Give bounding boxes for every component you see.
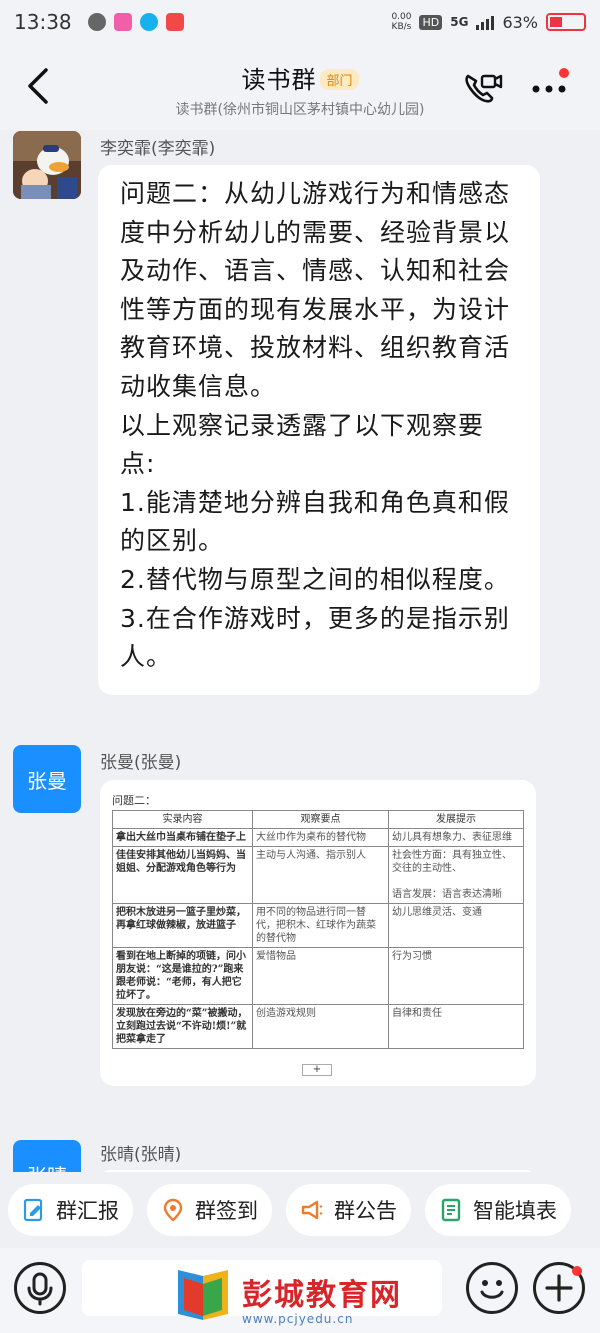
observation-table: 实录内容 观察要点 发展提示 拿出大丝巾当桌布铺在垫子上 大丝巾作为桌布的替代物… — [112, 810, 524, 1049]
megaphone-icon — [301, 1200, 323, 1220]
app-notification-icon — [165, 13, 184, 31]
signal-icon — [476, 14, 495, 30]
message-paragraph: 问题二：从幼儿游戏行为和情感态度中分析幼儿的需要、经验背景以及动作、语言、情感、… — [120, 179, 511, 401]
message-paragraph: 1.能清楚地分辨自我和角色真和假的区别。 — [120, 487, 510, 556]
doc-title: 问题二： — [112, 794, 156, 807]
table-cell: 用不同的物品进行同一替代，把积木、红球作为蔬菜的替代物 — [252, 903, 389, 948]
message-paragraph: 3.在合作游戏时，更多的是指示别人。 — [120, 603, 510, 672]
avatar[interactable]: 张曼 — [13, 745, 81, 813]
table-cell: 创造游戏规则 — [252, 1004, 389, 1049]
form-icon — [441, 1198, 461, 1222]
watermark-text: 彭城教育网 — [242, 1278, 402, 1313]
header-title-group: 读书群 部门 读书群(徐州市铜山区茅村镇中心幼儿园) — [0, 60, 600, 119]
sender-name: 张晴(张晴) — [100, 1145, 182, 1165]
table-cell: 主动与人沟通、指示别人 — [252, 846, 389, 904]
message-text: 问题二：从幼儿游戏行为和情感态度中分析幼儿的需要、经验背景以及动作、语言、情感、… — [98, 165, 540, 687]
watermark-url: www.pcjyedu.cn — [242, 1312, 354, 1326]
table-cell: 大丝巾作为桌布的替代物 — [252, 828, 389, 847]
sender-name: 张曼(张曼) — [100, 753, 182, 773]
table-row: 看到在地上断掉的项链，问小朋友说：“这是谁拉的?”跑来跟老师说：“老师，有人把它… — [112, 947, 524, 1005]
table-cell: 自律和责任 — [388, 1004, 524, 1049]
table-row: 佳佳安排其他幼儿当妈妈、当姐姐、分配游戏角色等行为 主动与人沟通、指示别人 社会… — [112, 846, 524, 904]
sender-name: 李奕霏(李奕霏) — [100, 139, 216, 159]
table-header: 发展提示 — [388, 810, 524, 829]
table-cell: 把积木放进另一篮子里炒菜，再拿红球做辣椒，放进篮子 — [112, 903, 253, 948]
emoji-icon[interactable] — [466, 1262, 518, 1314]
group-announcement-button[interactable]: 群公告 — [286, 1184, 411, 1236]
group-action-bar: 群汇报 群签到 群公告 智能填表 — [0, 1172, 600, 1248]
group-subtitle: 读书群(徐州市铜山区茅村镇中心幼儿园) — [175, 102, 425, 118]
wechat-notification-icon — [87, 13, 106, 31]
group-report-button[interactable]: 群汇报 — [8, 1184, 133, 1236]
table-image: 问题二： 实录内容 观察要点 发展提示 拿出大丝巾当桌布铺在垫子上 大丝巾作为桌… — [108, 788, 528, 1078]
battery-percent: 63% — [502, 12, 538, 32]
action-label: 群汇报 — [56, 1199, 119, 1223]
book-logo-icon — [178, 1270, 228, 1320]
page-title: 读书群 — [241, 66, 317, 94]
table-cell: 拿出大丝巾当桌布铺在垫子上 — [112, 828, 253, 847]
avatar[interactable]: 张晴 — [13, 1140, 81, 1172]
table-cell: 爱惜物品 — [252, 947, 389, 1005]
chat-message-list[interactable]: 李奕霏(李奕霏) 问题二：从幼儿游戏行为和情感态度中分析幼儿的需要、经验背景以及… — [0, 130, 600, 1172]
table-row: 拿出大丝巾当桌布铺在垫子上 大丝巾作为桌布的替代物 幼儿具有想象力、表征思维 — [112, 828, 524, 847]
chat-header: 读书群 部门 读书群(徐州市铜山区茅村镇中心幼儿园) — [0, 44, 600, 130]
message-paragraph: 以上观察记录透露了以下观察要点: — [120, 410, 485, 479]
table-row: 把积木放进另一篮子里炒菜，再拿红球做辣椒，放进篮子 用不同的物品进行同一替代，把… — [112, 903, 524, 948]
battery-icon — [546, 13, 586, 31]
table-header: 实录内容 — [112, 810, 253, 829]
hd-badge: HD — [419, 14, 443, 30]
table-header: 观察要点 — [252, 810, 389, 829]
location-pin-icon — [163, 1198, 183, 1222]
table-cell: 行为习惯 — [388, 947, 524, 1005]
table-cell: 发现放在旁边的“菜”被搬动，立刻跑过去说“不许动!烦!”就把菜拿走了 — [112, 1004, 253, 1049]
table-cell: 幼儿具有想象力、表征思维 — [388, 828, 524, 847]
report-icon — [23, 1198, 43, 1222]
add-notification-dot — [572, 1266, 582, 1276]
group-checkin-button[interactable]: 群签到 — [147, 1184, 272, 1236]
table-cell: 佳佳安排其他幼儿当妈妈、当姐姐、分配游戏角色等行为 — [112, 846, 253, 904]
more-notification-dot — [559, 68, 569, 78]
action-label: 群公告 — [334, 1199, 397, 1223]
qq-notification-icon — [139, 13, 158, 31]
avatar[interactable] — [13, 131, 81, 199]
image-message[interactable]: 问题二： 实录内容 观察要点 发展提示 拿出大丝巾当桌布铺在垫子上 大丝巾作为桌… — [100, 780, 536, 1086]
voice-input-icon[interactable] — [14, 1262, 66, 1314]
table-cell: 幼儿思维灵活、变通 — [388, 903, 524, 948]
smart-form-button[interactable]: 智能填表 — [425, 1184, 571, 1236]
table-cell: 社会性方面：具有独立性、交往的主动性、 语言发展：语言表达清晰 — [388, 846, 524, 904]
watermark: 彭城教育网 www.pcjyedu.cn — [170, 1262, 430, 1332]
camera-notification-icon — [113, 13, 132, 31]
table-cell: 看到在地上断掉的项链，问小朋友说：“这是谁拉的?”跑来跟老师说：“老师，有人把它… — [112, 947, 253, 1005]
net-speed: 0.00 KB/s — [391, 12, 412, 32]
video-call-icon[interactable] — [462, 70, 504, 106]
message-paragraph: 2.替代物与原型之间的相似程度。 — [120, 564, 510, 594]
department-badge: 部门 — [320, 69, 359, 90]
message-bubble[interactable]: 问题二：从幼儿游戏行为和情感态度中分析幼儿的需要、经验背景以及动作、语言、情感、… — [98, 165, 540, 695]
action-label: 群签到 — [195, 1199, 258, 1223]
table-expand-marker: + — [302, 1064, 332, 1076]
table-row: 发现放在旁边的“菜”被搬动，立刻跑过去说“不许动!烦!”就把菜拿走了 创造游戏规… — [112, 1004, 524, 1049]
status-bar: 13:38 0.00 KB/s HD 5G 63% — [0, 0, 600, 44]
action-label: 智能填表 — [473, 1199, 557, 1223]
status-time: 13:38 — [14, 10, 72, 34]
network-type: 5G — [450, 15, 469, 29]
